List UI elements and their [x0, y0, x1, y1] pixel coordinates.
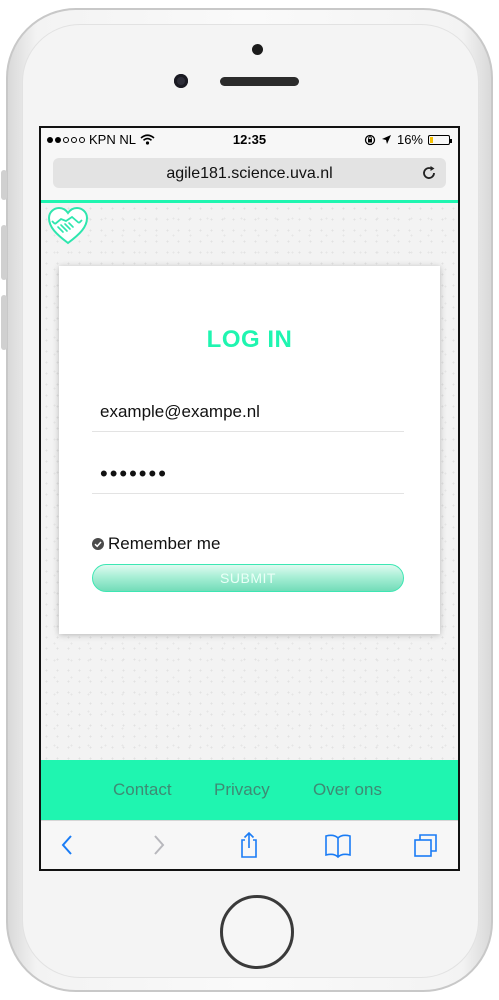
share-icon[interactable] [234, 831, 264, 859]
phone-screen: KPN NL 12:35 16% agile181.science.uva.nl… [39, 126, 460, 871]
battery-icon [428, 134, 452, 145]
checkbox-checked-icon[interactable] [92, 538, 104, 550]
url-text[interactable]: agile181.science.uva.nl [53, 165, 446, 183]
footer-link-over-ons[interactable]: Over ons [313, 780, 382, 800]
status-bar: KPN NL 12:35 16% [41, 128, 458, 150]
volume-down-button [1, 295, 7, 350]
remember-me-row[interactable]: Remember me [92, 534, 220, 554]
earpiece-speaker [220, 77, 299, 86]
home-button[interactable] [220, 895, 294, 969]
remember-me-label[interactable]: Remember me [108, 534, 220, 554]
footer-link-contact[interactable]: Contact [113, 780, 172, 800]
volume-up-button [1, 225, 7, 280]
site-footer: Contact Privacy Over ons [41, 760, 458, 820]
submit-button[interactable]: SUBMIT [92, 564, 404, 592]
reload-icon[interactable] [420, 164, 438, 182]
battery-percent: 16% [396, 132, 423, 147]
sensor-dot [252, 44, 263, 55]
back-icon[interactable] [53, 831, 83, 859]
browser-address-area: agile181.science.uva.nl [41, 150, 458, 200]
tabs-icon[interactable] [411, 831, 441, 859]
handshake-heart-logo-icon[interactable] [46, 205, 90, 247]
login-card: LOG IN Remember me SUBMIT [59, 266, 440, 634]
location-arrow-icon [381, 135, 391, 144]
footer-link-privacy[interactable]: Privacy [214, 780, 270, 800]
address-bar[interactable]: agile181.science.uva.nl [53, 158, 446, 188]
front-camera [174, 74, 188, 88]
orientation-lock-icon [364, 134, 376, 145]
screen-content: KPN NL 12:35 16% agile181.science.uva.nl… [41, 128, 458, 869]
email-field[interactable] [92, 392, 404, 432]
mute-switch [1, 170, 7, 200]
login-title: LOG IN [206, 326, 293, 353]
status-right: 16% [364, 132, 452, 147]
password-field[interactable] [92, 454, 404, 494]
bookmarks-icon[interactable] [323, 831, 353, 859]
browser-toolbar [41, 820, 458, 869]
forward-icon[interactable] [143, 831, 173, 859]
